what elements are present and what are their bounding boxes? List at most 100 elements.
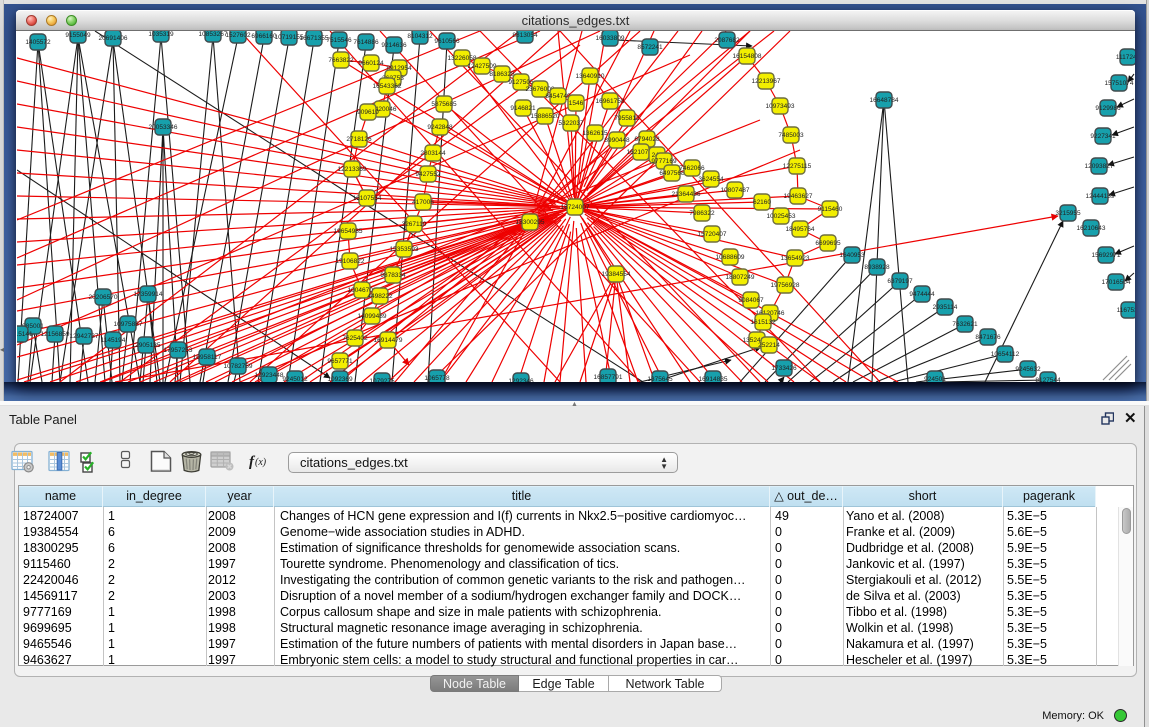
svg-text:16107554: 16107554 — [353, 195, 382, 202]
svg-text:924501: 924501 — [924, 376, 946, 382]
svg-text:16210643: 16210643 — [1077, 225, 1106, 232]
svg-text:9474444: 9474444 — [909, 291, 935, 298]
svg-text:1292346: 1292346 — [508, 378, 534, 382]
svg-text:13226058: 13226058 — [448, 55, 477, 62]
svg-text:10807487: 10807487 — [721, 187, 750, 194]
svg-text:4498222: 4498222 — [367, 293, 393, 300]
svg-text:8990448: 8990448 — [604, 137, 630, 144]
svg-text:6379197: 6379197 — [887, 278, 913, 285]
svg-text:1640953: 1640953 — [839, 252, 865, 259]
svg-text:1167533: 1167533 — [1117, 307, 1135, 314]
svg-text:8471676: 8471676 — [975, 334, 1001, 341]
svg-text:5875685: 5875685 — [431, 101, 457, 108]
svg-text:1546: 1546 — [569, 100, 584, 107]
svg-text:7614886: 7614886 — [353, 39, 379, 46]
svg-text:9777169: 9777169 — [651, 158, 677, 165]
svg-text:6966160: 6966160 — [251, 33, 277, 40]
svg-text:252214: 252214 — [758, 342, 780, 349]
svg-text:8938928: 8938928 — [864, 264, 890, 271]
svg-text:8572241: 8572241 — [637, 44, 663, 51]
svg-text:9115460: 9115460 — [818, 206, 843, 213]
svg-text:8813054: 8813054 — [512, 32, 538, 39]
svg-text:16671355: 16671355 — [300, 35, 329, 42]
svg-text:17359914: 17359914 — [134, 291, 163, 298]
svg-text:1092369: 1092369 — [327, 376, 353, 382]
svg-text:20053346: 20053346 — [149, 124, 178, 131]
svg-text:9084067: 9084067 — [738, 297, 764, 304]
svg-text:1065778: 1065778 — [424, 375, 450, 382]
svg-text:18724007: 18724007 — [561, 204, 590, 211]
svg-text:16961758: 16961758 — [596, 98, 625, 105]
svg-text:5322037: 5322037 — [558, 120, 584, 127]
svg-text:12093827: 12093827 — [1085, 163, 1114, 170]
svg-text:8186328: 8186328 — [489, 71, 515, 78]
svg-text:15751074: 15751074 — [1105, 80, 1134, 87]
svg-text:7485003: 7485003 — [778, 132, 804, 139]
svg-text:17957253: 17957253 — [164, 347, 193, 354]
svg-text:19654985: 19654985 — [334, 228, 363, 235]
svg-text:13640910: 13640910 — [576, 73, 605, 80]
svg-text:15692971: 15692971 — [1092, 252, 1121, 259]
svg-text:12905135: 12905135 — [132, 342, 161, 349]
svg-text:12156859: 12156859 — [41, 331, 70, 338]
svg-text:12444139: 12444139 — [1086, 193, 1115, 200]
svg-text:1527602: 1527602 — [225, 32, 251, 39]
svg-text:7663822: 7663822 — [328, 57, 354, 64]
svg-text:13654923: 13654923 — [781, 255, 810, 262]
svg-text:12213369: 12213369 — [338, 166, 367, 173]
svg-text:8104312: 8104312 — [407, 33, 433, 40]
svg-text:909619: 909619 — [357, 109, 379, 116]
svg-text:2087682: 2087682 — [714, 37, 740, 44]
svg-text:3624554: 3624554 — [698, 176, 724, 183]
svg-text:10025453: 10025453 — [767, 213, 796, 220]
svg-text:19756928: 19756928 — [771, 282, 800, 289]
svg-text:10654112: 10654112 — [991, 351, 1020, 358]
svg-text:16154808: 16154808 — [733, 53, 762, 60]
svg-text:10688609: 10688609 — [716, 254, 745, 261]
svg-text:9227341: 9227341 — [1090, 133, 1116, 140]
svg-text:6699695: 6699695 — [815, 240, 841, 247]
svg-text:9155049: 9155049 — [65, 32, 91, 39]
svg-text:1035319: 1035319 — [148, 31, 174, 38]
svg-text:417006: 417006 — [412, 199, 434, 206]
svg-text:3215955: 3215955 — [1055, 210, 1081, 217]
svg-text:16914479: 16914479 — [374, 337, 403, 344]
svg-text:16914835: 16914835 — [699, 376, 728, 382]
svg-text:16648784: 16648784 — [870, 97, 899, 104]
svg-text:19463627: 19463627 — [784, 193, 813, 200]
svg-text:12275115: 12275115 — [783, 163, 812, 170]
svg-text:1117244: 1117244 — [1116, 54, 1135, 61]
svg-text:19384554: 19384554 — [602, 271, 631, 278]
svg-text:15353593: 15353593 — [390, 246, 419, 253]
svg-text:9214636: 9214636 — [381, 42, 407, 49]
svg-text:8127544: 8127544 — [1035, 377, 1061, 382]
svg-text:9245632: 9245632 — [1015, 366, 1041, 373]
svg-text:20691406: 20691406 — [99, 35, 128, 42]
svg-text:3915141: 3915141 — [17, 331, 33, 338]
svg-text:7515546: 7515546 — [326, 37, 352, 44]
svg-text:(x): (x) — [255, 457, 267, 468]
svg-text:9660124: 9660124 — [358, 60, 384, 67]
svg-text:19106822: 19106822 — [336, 258, 365, 265]
svg-text:18807249: 18807249 — [726, 274, 755, 281]
svg-text:20206570: 20206570 — [89, 294, 118, 301]
svg-text:18495764: 18495764 — [786, 226, 815, 233]
svg-text:1615132: 1615132 — [750, 319, 776, 326]
svg-text:9610566: 9610566 — [434, 38, 460, 45]
svg-text:2803144: 2803144 — [420, 150, 446, 157]
svg-text:2935114: 2935114 — [933, 304, 958, 311]
svg-text:9146821: 9146821 — [510, 105, 536, 112]
svg-text:15720407: 15720407 — [698, 231, 727, 238]
svg-text:7462066: 7462066 — [679, 165, 705, 172]
svg-text:7986322: 7986322 — [689, 210, 715, 217]
svg-text:7955812: 7955812 — [614, 115, 640, 122]
svg-text:1079275: 1079275 — [369, 378, 395, 382]
svg-text:16543362: 16543362 — [373, 83, 402, 90]
svg-text:12923448: 12923448 — [255, 372, 284, 379]
svg-text:10853267: 10853267 — [199, 31, 228, 38]
svg-text:16033809: 16033809 — [596, 35, 625, 42]
svg-text:1405572: 1405572 — [25, 39, 51, 46]
svg-text:9127505: 9127505 — [508, 79, 534, 86]
svg-text:15886520: 15886520 — [531, 113, 560, 120]
svg-text:1362615: 1362615 — [582, 130, 608, 137]
